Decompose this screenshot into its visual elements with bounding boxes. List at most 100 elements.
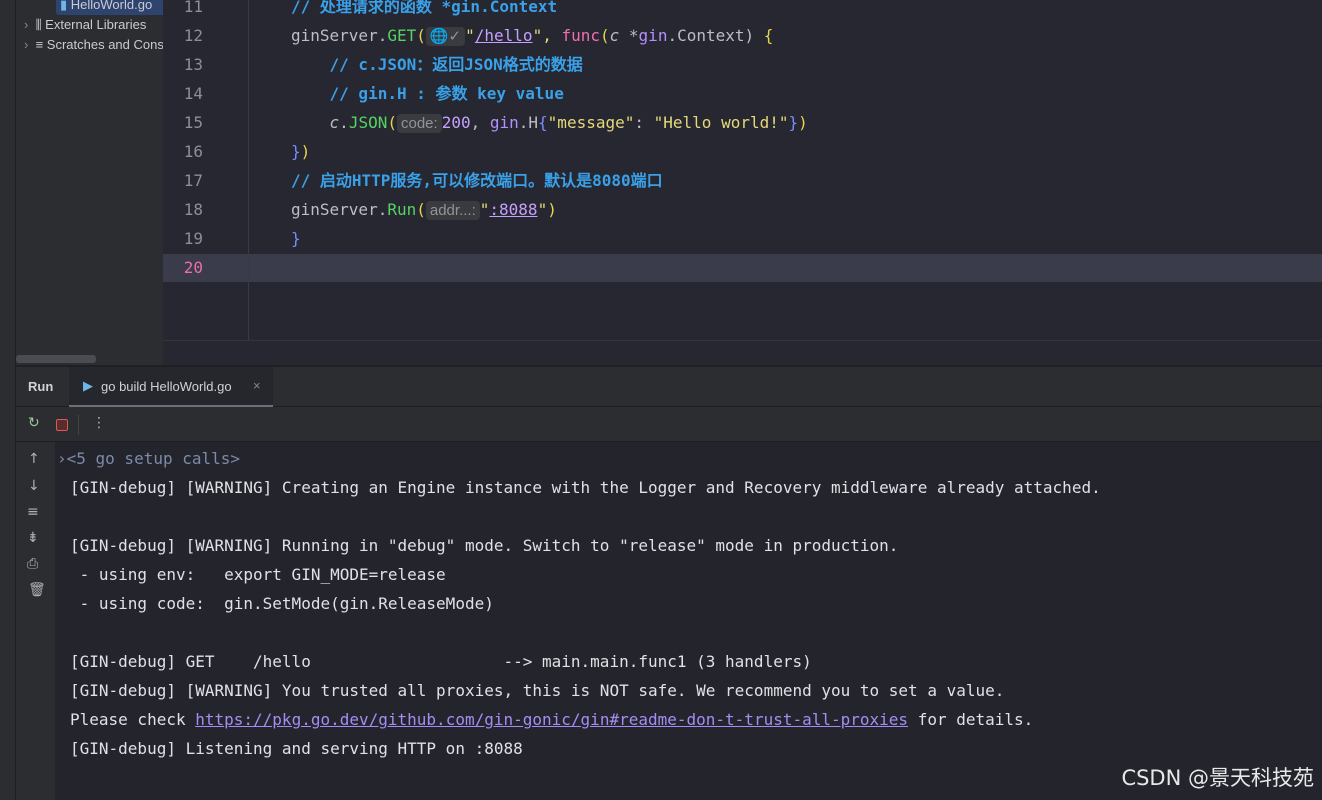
code-token: .Context) — [667, 26, 764, 45]
code-token: GET — [387, 26, 417, 45]
code-token: ( — [387, 113, 397, 132]
run-toolbar: ↻ ⋮ — [16, 407, 1322, 442]
parameter-hint: addr...: — [425, 201, 480, 220]
line-number: 17 — [183, 171, 203, 190]
project-tree: ▮ HelloWorld.go › ⫼ External Libraries ›… — [16, 0, 163, 365]
line-number: 13 — [183, 55, 203, 74]
code-token: "Hello world!" — [653, 113, 789, 132]
code-line: // c.JSON：返回JSON格式的数据 — [291, 50, 583, 79]
console-line: Please check https://pkg.go.dev/github.c… — [70, 710, 1034, 729]
code-token: { — [763, 26, 774, 45]
code-token: // 启动HTTP服务,可以修改端口。默认是8080端口 — [291, 171, 663, 190]
code-line: c.JSON(code: 200, gin.H{"message": "Hello… — [291, 108, 808, 137]
scroll-to-end-icon[interactable]: ⇟ — [27, 530, 39, 546]
code-token: /hello — [474, 26, 533, 45]
code-line: } — [291, 224, 301, 253]
code-token: } — [291, 142, 301, 161]
code-token: .H — [518, 113, 539, 132]
console-line: [GIN-debug] GET /hello --> main.main.fun… — [70, 652, 812, 671]
code-token: :8088 — [489, 200, 538, 219]
code-token: gin — [638, 26, 668, 45]
code-token: : — [634, 113, 654, 132]
tab-go-build[interactable]: ▶ go build HelloWorld.go × — [69, 367, 273, 407]
rerun-icon[interactable]: ↻ — [28, 415, 40, 431]
stop-icon[interactable] — [56, 419, 68, 431]
console-line: [GIN-debug] [WARNING] You trusted all pr… — [70, 681, 1005, 700]
console-line: [GIN-debug] [WARNING] Running in "debug"… — [70, 536, 899, 555]
code-token: , — [470, 113, 490, 132]
trash-icon[interactable]: 🗑 — [28, 582, 46, 598]
horizontal-scrollbar[interactable] — [16, 355, 96, 363]
proxies-docs-link[interactable]: https://pkg.go.dev/github.com/gin-gonic/… — [195, 710, 908, 729]
code-token: " — [465, 26, 475, 45]
console-line: - using code: gin.SetMode(gin.ReleaseMod… — [70, 594, 494, 613]
print-icon[interactable]: ⎙ — [27, 556, 38, 572]
code-token: // c.JSON：返回JSON格式的数据 — [291, 55, 583, 74]
console-line: [GIN-debug] [WARNING] Creating an Engine… — [70, 478, 1101, 497]
tree-item-helloworld[interactable]: ▮ HelloWorld.go — [56, 0, 163, 15]
line-number: 14 — [183, 84, 203, 103]
console-side-toolbar: ↑ ↓ ≡ ⇟ ⎙ 🗑 — [16, 442, 55, 800]
code-token: ( — [416, 200, 426, 219]
code-token: ) — [547, 200, 557, 219]
code-token: ( — [416, 26, 426, 45]
watermark: CSDN @景天科技苑 — [1121, 766, 1314, 790]
code-token: * — [619, 26, 639, 45]
code-token: ) — [300, 142, 311, 161]
code-editor[interactable]: 11// 处理请求的函数 *gin.Context 12 ginServer.GET… — [163, 0, 1322, 365]
code-token: { — [538, 113, 548, 132]
line-number: 18 — [183, 200, 203, 219]
line-number: 12 — [183, 26, 203, 45]
chevron-right-icon: › — [24, 17, 36, 32]
code-token: " — [479, 200, 490, 219]
parameter-hint: code: — [396, 114, 442, 133]
code-token: "message" — [547, 113, 635, 132]
code-line: ginServer.GET(🌐✓ "/hello", func(c *gin.Co… — [291, 21, 773, 50]
console-line: - using env: export GIN_MODE=release — [70, 565, 446, 584]
more-options-icon[interactable]: ⋮ — [92, 415, 106, 431]
close-icon[interactable]: × — [253, 378, 261, 393]
code-token: // gin.H : 参数 key value — [291, 84, 564, 103]
soft-wrap-icon[interactable]: ≡ — [27, 504, 39, 520]
go-file-icon: ▮ — [60, 0, 71, 12]
arrow-down-icon[interactable]: ↓ — [28, 478, 40, 494]
console-line: [GIN-debug] Listening and serving HTTP o… — [70, 739, 523, 758]
code-line: ginServer.Run(addr...: ":8088") — [291, 195, 557, 224]
tree-item-scratches[interactable]: › ≡ Scratches and Consoles — [24, 35, 163, 55]
code-token: 200 — [441, 113, 471, 132]
code-token: c — [329, 113, 340, 132]
scratches-icon: ≡ — [35, 37, 44, 52]
code-line: // 处理请求的函数 *gin.Context — [291, 0, 557, 21]
library-icon: ⫼ — [35, 17, 42, 32]
code-line: // 启动HTTP服务,可以修改端口。默认是8080端口 — [291, 166, 663, 195]
code-token: ginServer. — [291, 26, 388, 45]
code-token: } — [291, 229, 301, 248]
tree-item-external-libraries[interactable]: › ⫼ External Libraries — [24, 15, 146, 35]
code-token: ( — [600, 26, 610, 45]
code-token: . — [339, 113, 349, 132]
code-token: func — [561, 26, 600, 45]
code-token: c — [609, 26, 620, 45]
run-tool-window-header: Run ▶ go build HelloWorld.go × — [16, 367, 1322, 407]
go-run-icon: ▶ — [83, 378, 93, 393]
line-number: 11 — [183, 0, 203, 16]
parameter-hint: 🌐✓ — [425, 27, 466, 46]
arrow-up-icon[interactable]: ↑ — [28, 451, 40, 467]
code-token: ginServer. — [291, 200, 388, 219]
code-token: " — [537, 200, 548, 219]
left-tool-strip — [0, 0, 16, 800]
run-title: Run — [28, 379, 54, 394]
line-number: 20 — [183, 258, 203, 277]
line-number: 16 — [183, 142, 203, 161]
code-token: Run — [387, 200, 417, 219]
code-line: // gin.H : 参数 key value — [291, 79, 564, 108]
chevron-right-icon: › — [24, 37, 36, 52]
folded-setup-calls[interactable]: ›<5 go setup calls> — [57, 444, 240, 473]
code-token: JSON — [348, 113, 388, 132]
code-token: // 处理请求的函数 *gin.Context — [291, 0, 558, 16]
line-number: 15 — [183, 113, 203, 132]
console-output[interactable]: ›<5 go setup calls> [GIN-debug] [WARNING]… — [55, 442, 1322, 800]
line-number: 19 — [183, 229, 203, 248]
code-line: }) — [291, 137, 310, 166]
